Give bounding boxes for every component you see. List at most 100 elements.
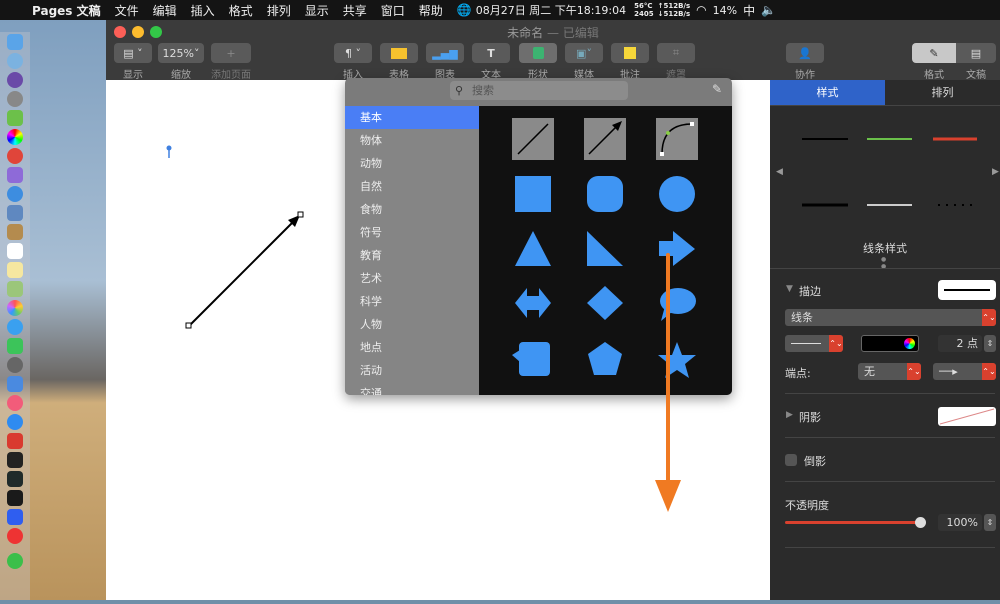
stroke-width-field[interactable]: 2 点 — [938, 335, 982, 352]
category-item[interactable]: 地点 — [345, 336, 479, 359]
stroke-preview[interactable] — [938, 280, 996, 300]
category-item[interactable]: 教育 — [345, 244, 479, 267]
color-wheel-icon[interactable] — [904, 338, 915, 349]
square-shape[interactable] — [515, 176, 551, 212]
photos-icon[interactable] — [7, 300, 23, 316]
facetime-icon[interactable] — [7, 338, 23, 354]
double-arrow-shape[interactable] — [515, 288, 551, 318]
slider-thumb[interactable] — [915, 517, 926, 528]
comment-button[interactable] — [611, 43, 649, 63]
diamond-shape[interactable] — [587, 286, 623, 320]
disclosure-open-icon[interactable]: ▼ — [786, 284, 793, 294]
preview-icon[interactable] — [7, 205, 23, 221]
menu-share[interactable]: 共享 — [343, 2, 367, 19]
menu-insert[interactable]: 插入 — [191, 2, 215, 19]
end-endpoint-select[interactable]: ──▸ ⌃⌄ — [933, 363, 996, 380]
selection-handle[interactable] — [185, 322, 192, 329]
triangle-shape[interactable] — [515, 231, 551, 266]
right-triangle-shape[interactable] — [587, 231, 623, 266]
console-icon[interactable] — [7, 490, 23, 506]
siri-icon[interactable] — [7, 53, 23, 69]
music-icon[interactable] — [7, 395, 23, 411]
circle-shape[interactable] — [659, 176, 695, 212]
zoom-select[interactable]: 125% ˅ — [158, 43, 204, 63]
category-item[interactable]: 活动 — [345, 359, 479, 382]
category-item[interactable]: 科学 — [345, 290, 479, 313]
stroke-width-stepper[interactable]: ⇕ — [984, 335, 996, 352]
opacity-stepper[interactable]: ⇕ — [984, 514, 996, 531]
stroke-color-well[interactable] — [861, 335, 919, 352]
category-item[interactable]: 食物 — [345, 198, 479, 221]
clock[interactable]: 08月27日 周二 下午18:19:04 — [476, 2, 626, 18]
pen-draw-icon[interactable]: ✎ — [712, 82, 722, 96]
category-item[interactable]: 自然 — [345, 175, 479, 198]
rounded-square-shape[interactable] — [587, 176, 623, 212]
messages-icon[interactable] — [7, 319, 23, 335]
insert-button[interactable]: ¶ ˅ — [334, 43, 372, 63]
yandex-icon[interactable] — [7, 528, 23, 544]
category-item[interactable]: 人物 — [345, 313, 479, 336]
app-icon[interactable] — [7, 167, 23, 183]
shape-button[interactable] — [519, 43, 557, 63]
menu-help[interactable]: 帮助 — [419, 2, 443, 19]
battery-percent[interactable]: 14% — [713, 4, 737, 17]
category-item[interactable]: 艺术 — [345, 267, 479, 290]
view-button[interactable]: ▤ ˅ — [114, 43, 152, 63]
tab-arrange[interactable]: 排列 — [885, 80, 1000, 105]
line-pattern-select[interactable]: ⌃⌄ — [785, 335, 843, 352]
curve-line-shape[interactable] — [656, 118, 698, 160]
calendar-icon[interactable] — [7, 243, 23, 259]
vivaldi-icon[interactable] — [7, 433, 23, 449]
maps-icon[interactable] — [7, 281, 23, 297]
notes-icon[interactable] — [7, 224, 23, 240]
wechat-icon[interactable] — [7, 553, 23, 569]
opacity-slider[interactable] — [785, 517, 926, 528]
category-item[interactable]: 动物 — [345, 152, 479, 175]
category-item[interactable]: 基本 — [345, 106, 479, 129]
disclosure-closed-icon[interactable]: ▶ — [786, 410, 793, 420]
page-dots[interactable]: ● ● — [881, 256, 891, 270]
reflection-checkbox[interactable] — [785, 454, 797, 466]
input-method[interactable]: 中 — [743, 2, 755, 19]
app-icon[interactable] — [7, 148, 23, 164]
globe-icon[interactable]: 🌐 — [457, 3, 472, 17]
volume-icon[interactable]: 🔈 — [761, 3, 776, 17]
pentagon-shape[interactable] — [588, 342, 622, 375]
arrow-line-shape[interactable] — [584, 118, 626, 160]
keynote-icon[interactable] — [7, 376, 23, 392]
table-button[interactable] — [380, 43, 418, 63]
opacity-field[interactable]: 100% — [938, 514, 982, 531]
activity-icon[interactable] — [7, 471, 23, 487]
menu-arrange[interactable]: 排列 — [267, 2, 291, 19]
shape-search-field[interactable]: ⚲ 搜索 — [450, 81, 628, 100]
selected-arrow-line[interactable] — [185, 211, 304, 329]
line-shape[interactable] — [512, 118, 554, 160]
menu-view[interactable]: 显示 — [305, 2, 329, 19]
callout-shape[interactable] — [512, 342, 550, 376]
text-button[interactable]: T — [472, 43, 510, 63]
stickies-icon[interactable] — [7, 262, 23, 278]
menu-format[interactable]: 格式 — [229, 2, 253, 19]
menu-window[interactable]: 窗口 — [381, 2, 405, 19]
tab-style[interactable]: 样式 — [770, 80, 885, 105]
safari-icon[interactable] — [7, 186, 23, 202]
launchpad-icon[interactable] — [7, 72, 23, 88]
add-page-button[interactable]: + — [211, 43, 251, 63]
stroke-type-select[interactable]: 线条 ⌃⌄ — [785, 309, 996, 326]
chart-button[interactable]: ▂▄▆ — [426, 43, 464, 63]
chrome-icon[interactable] — [7, 129, 23, 145]
app-menu[interactable]: Pages 文稿 — [32, 2, 101, 19]
category-item[interactable]: 物体 — [345, 129, 479, 152]
document-button[interactable]: ▤ — [956, 43, 996, 63]
appstore-icon[interactable] — [7, 414, 23, 430]
finder-icon[interactable] — [7, 34, 23, 50]
collaborate-button[interactable]: 👤 — [786, 43, 824, 63]
rocket-icon[interactable] — [7, 91, 23, 107]
terminal-icon[interactable] — [7, 452, 23, 468]
start-endpoint-select[interactable]: 无 ⌃⌄ — [858, 363, 921, 380]
android-icon[interactable] — [7, 110, 23, 126]
crop-button[interactable]: ⌗ — [657, 43, 695, 63]
preferences-icon[interactable] — [7, 357, 23, 373]
category-item[interactable]: 交通 — [345, 382, 479, 395]
format-button[interactable]: ✎ — [912, 43, 956, 63]
